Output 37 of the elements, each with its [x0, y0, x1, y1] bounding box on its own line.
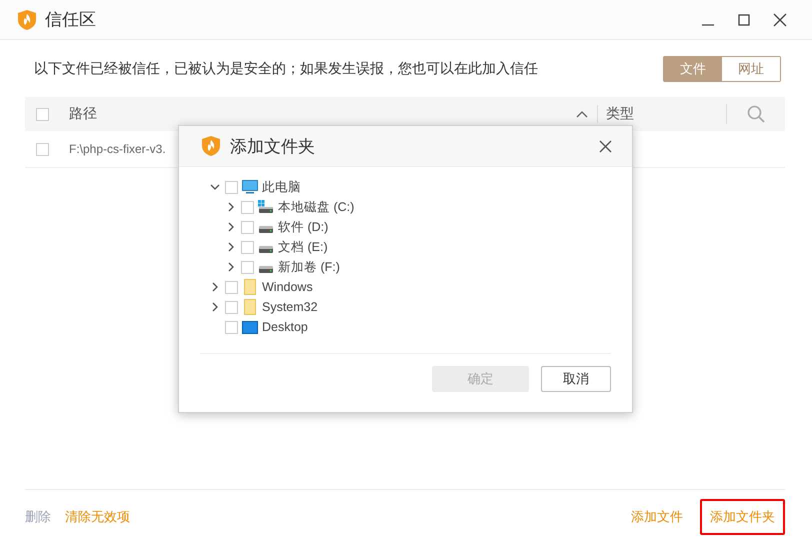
tree-item-label[interactable]: 软件 (D:)	[278, 218, 328, 236]
tree-item-label[interactable]: 文档 (E:)	[278, 238, 328, 256]
checkbox[interactable]	[225, 320, 238, 334]
checkbox[interactable]	[225, 300, 238, 314]
dialog-title: 添加文件夹	[230, 136, 316, 158]
folder-icon	[242, 279, 258, 295]
desktop-icon	[242, 320, 258, 334]
drive-icon	[258, 200, 274, 214]
shield-logo-icon	[201, 135, 221, 157]
checkbox[interactable]	[241, 220, 254, 234]
column-header[interactable]: 路径	[69, 105, 576, 123]
search-icon[interactable]	[747, 105, 765, 123]
checkbox[interactable]	[241, 240, 254, 254]
close-icon	[773, 12, 787, 26]
tree-item-label[interactable]: Desktop	[262, 320, 308, 334]
dialog-button[interactable]: 取消	[541, 366, 611, 392]
notice-text: 以下文件已经被信任，已被认为是安全的；如果发生误报，您也可以在此加入信任	[34, 60, 539, 78]
row-checkbox[interactable]	[36, 142, 49, 156]
window-title: 信任区	[45, 9, 97, 31]
minimize-icon	[702, 24, 714, 26]
tree-item-label[interactable]: 本地磁盘 (C:)	[278, 198, 354, 216]
shield-logo-icon	[17, 8, 37, 30]
checkbox[interactable]	[225, 180, 238, 194]
close-icon[interactable]	[599, 140, 612, 152]
sort-ascending-icon[interactable]	[576, 110, 588, 118]
checkbox[interactable]	[225, 280, 238, 294]
maximize-icon	[738, 14, 750, 26]
tree-item-label[interactable]: 此电脑	[262, 178, 301, 196]
table-cell: F:\php-cs-fixer-v3.	[69, 142, 166, 156]
folder-icon	[242, 299, 258, 315]
computer-icon	[242, 180, 258, 194]
tree-item-label[interactable]: System32	[262, 300, 318, 314]
select-all-checkbox[interactable]	[36, 108, 49, 120]
checkbox[interactable]	[241, 200, 254, 214]
tree-item-label[interactable]: 新加卷 (F:)	[278, 258, 340, 276]
tree-item-label[interactable]: Windows	[262, 280, 313, 294]
checkbox[interactable]	[241, 260, 254, 274]
